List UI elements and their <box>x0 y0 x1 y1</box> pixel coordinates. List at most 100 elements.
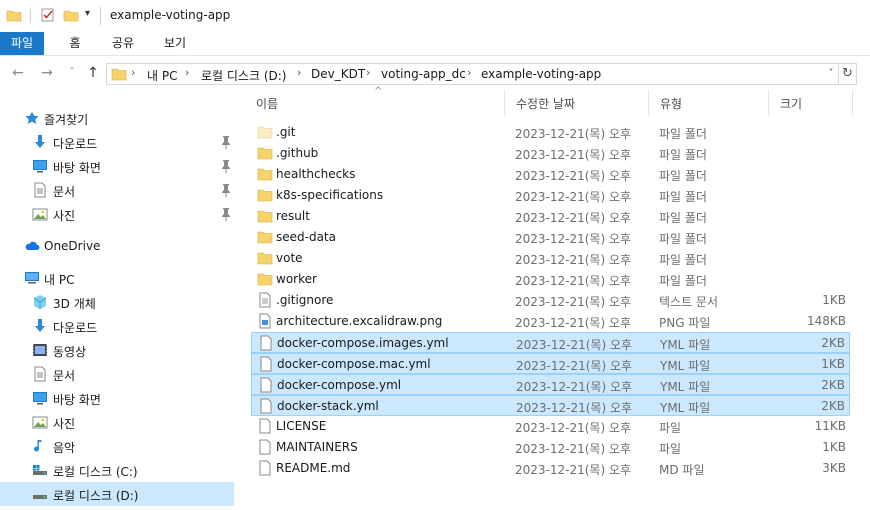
file-row-selected[interactable]: docker-compose.images.yml 2023-12-21(목) … <box>251 332 850 353</box>
nav-item-local-disk-c[interactable]: 로컬 디스크 (C:) <box>0 458 234 482</box>
address-bar[interactable]: › 내 PC › 로컬 디스크 (D:) › Dev_KDT › voting-… <box>106 63 839 85</box>
address-dropdown-chevron-icon[interactable]: ˅ <box>823 63 839 85</box>
file-row-selected[interactable]: docker-compose.yml 2023-12-21(목) 오후 ... … <box>251 374 850 395</box>
pin-icon[interactable] <box>220 207 232 221</box>
nav-this-pc[interactable]: 내 PC <box>0 266 234 290</box>
nav-item-downloads[interactable]: 다운로드 <box>0 130 234 154</box>
pin-icon[interactable] <box>220 159 232 173</box>
navigation-bar: ← → ˅ ↑ › 내 PC › 로컬 디스크 (D:) › Dev_KDT ›… <box>0 56 870 90</box>
column-resize-handle[interactable] <box>768 90 769 116</box>
file-name: docker-compose.mac.yml <box>277 357 431 371</box>
folder-icon[interactable] <box>6 7 22 23</box>
file-date: 2023-12-21(목) 오후 ... <box>515 442 633 456</box>
recent-locations-chevron-icon[interactable]: ˅ <box>63 64 81 82</box>
forward-arrow-icon[interactable]: → <box>38 64 56 82</box>
file-type: 파일 <box>659 421 682 435</box>
file-row[interactable]: .gitignore 2023-12-21(목) 오후 ... 텍스트 문서 1… <box>251 290 850 311</box>
file-row[interactable]: architecture.excalidraw.png 2023-12-21(목… <box>251 311 850 332</box>
file-type: YML 파일 <box>660 401 711 415</box>
tab-view[interactable]: 보기 <box>157 32 193 55</box>
file-type: 파일 <box>659 442 682 456</box>
file-type: YML 파일 <box>660 338 711 352</box>
pin-icon[interactable] <box>220 183 232 197</box>
file-row[interactable]: healthchecks 2023-12-21(목) 오후 ... 파일 폴더 <box>251 164 850 185</box>
back-arrow-icon[interactable]: ← <box>9 64 27 82</box>
file-row[interactable]: k8s-specifications 2023-12-21(목) 오후 ... … <box>251 185 850 206</box>
file-row[interactable]: vote 2023-12-21(목) 오후 ... 파일 폴더 <box>251 248 850 269</box>
file-row-selected[interactable]: docker-compose.mac.yml 2023-12-21(목) 오후 … <box>251 353 850 374</box>
nav-item-documents[interactable]: 문서 <box>0 178 234 202</box>
tab-home[interactable]: 홈 <box>60 32 90 55</box>
file-date: 2023-12-21(목) 오후 ... <box>516 401 634 415</box>
tab-file[interactable]: 파일 <box>0 32 44 55</box>
nav-item-desktop[interactable]: 바탕 화면 <box>0 154 234 178</box>
file-size: 3KB <box>822 461 846 475</box>
file-date: 2023-12-21(목) 오후 ... <box>516 359 634 373</box>
folder-icon <box>257 168 273 181</box>
file-size: 148KB <box>806 314 846 328</box>
file-name: .github <box>276 146 319 160</box>
column-header-size[interactable]: 크기 <box>780 95 802 112</box>
file-name: LICENSE <box>276 419 327 433</box>
column-resize-handle[interactable] <box>648 90 649 116</box>
nav-item-downloads[interactable]: 다운로드 <box>0 314 234 338</box>
new-folder-icon[interactable] <box>63 7 79 23</box>
column-resize-handle[interactable] <box>504 90 505 116</box>
breadcrumb-example-voting-app[interactable]: example-voting-app <box>481 67 601 81</box>
breadcrumb-local-disk-d[interactable]: 로컬 디스크 (D:) <box>201 67 286 84</box>
nav-item-documents[interactable]: 문서 <box>0 362 234 386</box>
window-title: example-voting-app <box>110 8 231 22</box>
file-date: 2023-12-21(목) 오후 ... <box>515 274 633 288</box>
pin-icon[interactable] <box>220 135 232 149</box>
column-header-type[interactable]: 유형 <box>660 95 682 112</box>
nav-item-pictures[interactable]: 사진 <box>0 410 234 434</box>
nav-item-videos[interactable]: 동영상 <box>0 338 234 362</box>
column-header-date[interactable]: 수정한 날짜 <box>516 95 575 112</box>
file-type: MD 파일 <box>659 463 705 477</box>
breadcrumb-this-pc[interactable]: 내 PC <box>147 67 177 84</box>
file-name: worker <box>276 272 317 286</box>
nav-item-local-disk-d[interactable]: 로컬 디스크 (D:) <box>0 482 234 506</box>
file-name: k8s-specifications <box>276 188 384 202</box>
file-row[interactable]: result 2023-12-21(목) 오후 ... 파일 폴더 <box>251 206 850 227</box>
file-name: healthchecks <box>276 167 356 181</box>
divider <box>100 7 101 25</box>
folder-icon <box>257 189 273 202</box>
file-size: 2KB <box>821 399 845 413</box>
up-arrow-icon[interactable]: ↑ <box>84 64 102 82</box>
file-row[interactable]: seed-data 2023-12-21(목) 오후 ... 파일 폴더 <box>251 227 850 248</box>
nav-item-desktop[interactable]: 바탕 화면 <box>0 386 234 410</box>
column-resize-handle[interactable] <box>852 90 853 116</box>
file-row[interactable]: README.md 2023-12-21(목) 오후 ... MD 파일 3KB <box>251 458 850 479</box>
file-row[interactable]: .github 2023-12-21(목) 오후 ... 파일 폴더 <box>251 143 850 164</box>
file-row[interactable]: .git 2023-12-21(목) 오후 ... 파일 폴더 <box>251 122 850 143</box>
file-icon <box>260 335 272 351</box>
properties-check-icon[interactable] <box>40 7 56 23</box>
file-date: 2023-12-21(목) 오후 ... <box>515 211 633 225</box>
nav-this-pc-label: 내 PC <box>44 273 75 287</box>
column-header-name[interactable]: 이름 <box>256 95 278 112</box>
nav-item-3d-objects[interactable]: 3D 개체 <box>0 290 234 314</box>
folder-icon <box>257 126 273 139</box>
nav-item-music[interactable]: 음악 <box>0 434 234 458</box>
file-row[interactable]: LICENSE 2023-12-21(목) 오후 ... 파일 11KB <box>251 416 850 437</box>
nav-onedrive[interactable]: OneDrive <box>0 234 234 258</box>
nav-quick-access[interactable]: 즐겨찾기 <box>0 106 234 130</box>
file-name: .gitignore <box>276 293 334 307</box>
refresh-icon[interactable]: ↻ <box>839 63 857 85</box>
nav-item-label: 바탕 화면 <box>53 393 101 407</box>
quick-access-dropdown-icon[interactable]: ▾ <box>85 8 90 19</box>
file-row-selected[interactable]: docker-stack.yml 2023-12-21(목) 오후 ... YM… <box>251 395 850 416</box>
videos-icon <box>33 344 47 356</box>
navigation-pane: 즐겨찾기 다운로드 바탕 화면 문서 사진 OneDrive 내 PC 3D 개… <box>0 90 240 510</box>
file-size: 2KB <box>821 336 845 350</box>
breadcrumb-voting-app-dc[interactable]: voting-app_dc <box>381 67 466 81</box>
document-icon <box>34 182 46 198</box>
nav-item-label: 다운로드 <box>53 321 98 335</box>
file-date: 2023-12-21(목) 오후 ... <box>515 169 633 183</box>
nav-item-pictures[interactable]: 사진 <box>0 202 234 226</box>
tab-share[interactable]: 공유 <box>105 32 141 55</box>
file-row[interactable]: MAINTAINERS 2023-12-21(목) 오후 ... 파일 1KB <box>251 437 850 458</box>
breadcrumb-dev-kdt[interactable]: Dev_KDT <box>311 67 365 81</box>
file-row[interactable]: worker 2023-12-21(목) 오후 ... 파일 폴더 <box>251 269 850 290</box>
